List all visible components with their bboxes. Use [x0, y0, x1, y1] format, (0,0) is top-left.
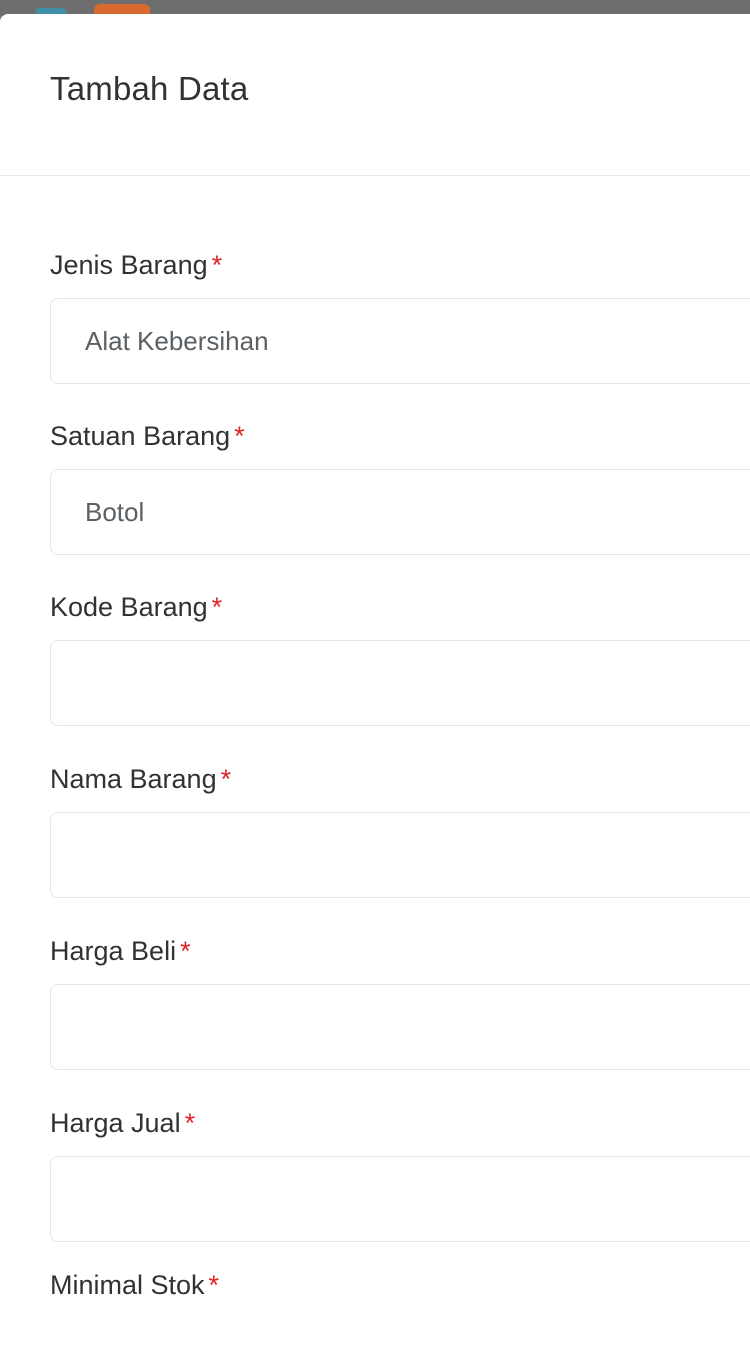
harga-beli-label: Harga Beli *	[50, 936, 191, 966]
form-group-harga-beli: Harga Beli *	[50, 934, 750, 1070]
form-group-jenis-barang: Jenis Barang * Alat Kebersihan	[50, 248, 750, 384]
required-mark: *	[220, 764, 232, 794]
required-mark: *	[234, 421, 245, 451]
form-group-minimal-stok: Minimal Stok *	[50, 1268, 750, 1302]
harga-jual-input[interactable]	[50, 1156, 750, 1242]
required-mark: *	[184, 1108, 196, 1138]
form-group-satuan-barang: Satuan Barang * Botol	[50, 419, 750, 555]
satuan-barang-select[interactable]: Botol	[50, 469, 750, 555]
modal-header: Tambah Data	[0, 14, 750, 176]
required-mark: *	[211, 250, 223, 280]
kode-barang-input[interactable]	[50, 640, 750, 726]
required-mark: *	[211, 592, 223, 622]
kode-barang-label: Kode Barang *	[50, 592, 223, 622]
required-mark: *	[180, 936, 191, 966]
jenis-barang-select[interactable]: Alat Kebersihan	[50, 298, 750, 384]
satuan-barang-label: Satuan Barang *	[50, 421, 245, 451]
modal-title: Tambah Data	[50, 70, 249, 107]
nama-barang-input[interactable]	[50, 812, 750, 898]
harga-beli-input[interactable]	[50, 984, 750, 1070]
form-group-nama-barang: Nama Barang *	[50, 762, 750, 898]
harga-jual-label: Harga Jual *	[50, 1108, 196, 1138]
minimal-stok-label: Minimal Stok *	[50, 1270, 220, 1300]
nama-barang-label: Nama Barang *	[50, 764, 232, 794]
form-group-harga-jual: Harga Jual *	[50, 1106, 750, 1242]
add-data-modal: Tambah Data Jenis Barang * Alat Kebersiha…	[0, 14, 750, 1354]
jenis-barang-label: Jenis Barang *	[50, 250, 223, 280]
form-group-kode-barang: Kode Barang *	[50, 590, 750, 726]
required-mark: *	[208, 1270, 220, 1300]
